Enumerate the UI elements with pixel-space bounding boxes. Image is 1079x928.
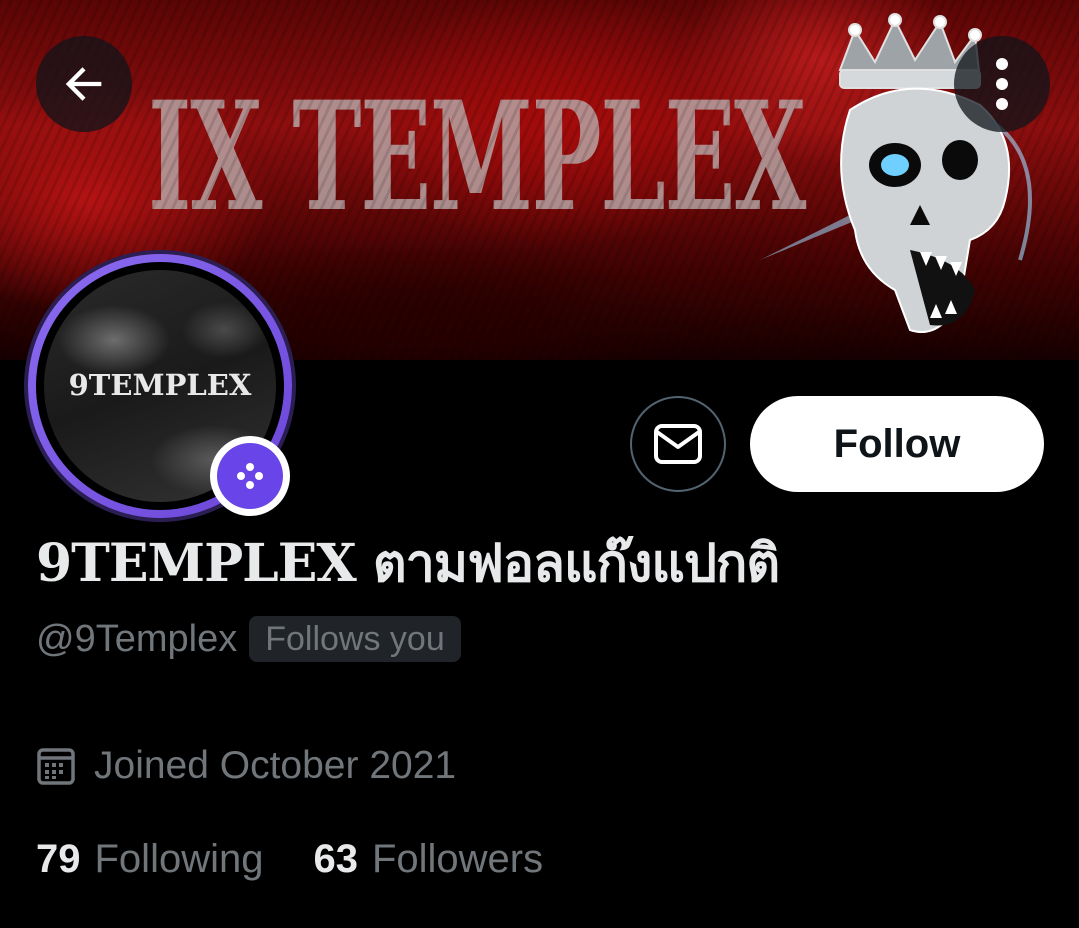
- followers-link[interactable]: 63 Followers: [313, 834, 543, 884]
- joined-date-row: Joined October 2021: [36, 742, 456, 790]
- dice-icon: [237, 463, 263, 489]
- follows-you-badge: Follows you: [249, 616, 461, 662]
- joined-date: Joined October 2021: [94, 744, 457, 787]
- avatar-badge[interactable]: [210, 436, 290, 516]
- followers-count: 63: [313, 837, 358, 881]
- message-button[interactable]: [630, 396, 726, 492]
- avatar-text: 9TEMPLEX: [68, 368, 252, 402]
- banner-title-text: IX TEMPLEX: [148, 69, 806, 245]
- arrow-left-icon: [65, 67, 102, 101]
- user-handle: @9Templex: [36, 618, 238, 660]
- follow-stats: 79 Following 63 Followers: [36, 834, 543, 884]
- handle-row: @9Templex Follows you: [36, 616, 461, 662]
- more-options-button[interactable]: [954, 36, 1050, 132]
- following-link[interactable]: 79 Following: [36, 834, 263, 884]
- display-name: 9TEMPLEX ตามฟอลแก๊งแปกติ: [36, 533, 780, 594]
- calendar-icon: [37, 748, 75, 785]
- back-button[interactable]: [36, 36, 132, 132]
- followers-label: Followers: [371, 837, 544, 881]
- following-label: Following: [94, 837, 264, 881]
- more-vertical-icon: [996, 58, 1008, 110]
- envelope-icon: [654, 424, 702, 464]
- following-count: 79: [36, 837, 81, 881]
- follow-button[interactable]: Follow: [750, 396, 1044, 492]
